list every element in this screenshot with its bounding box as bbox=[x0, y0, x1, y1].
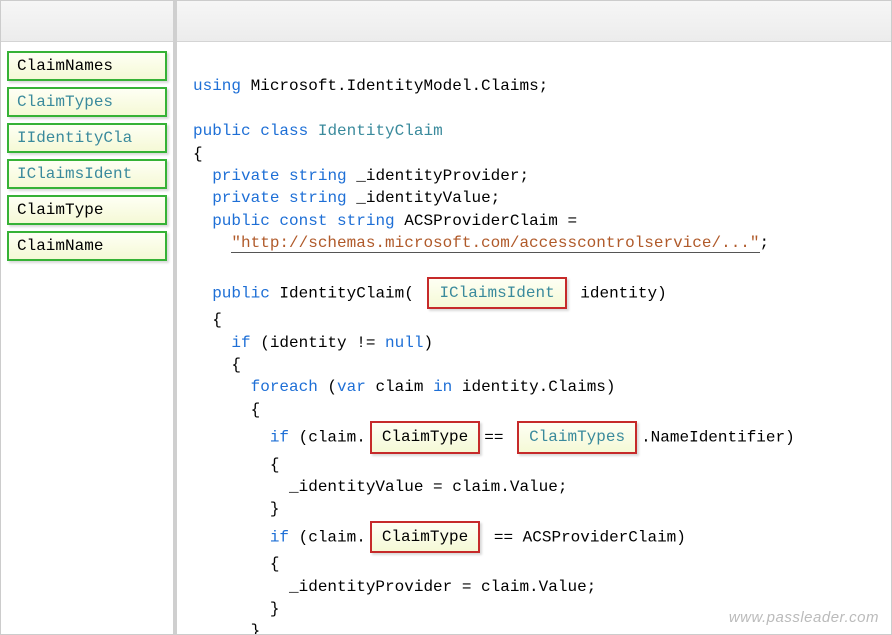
code-editor: using Microsoft.IdentityModel.Claims; pu… bbox=[177, 1, 891, 634]
kw-string2: string bbox=[289, 189, 347, 207]
drag-item-claimname[interactable]: ClaimName bbox=[7, 231, 167, 261]
drag-item-claimnames[interactable]: ClaimNames bbox=[7, 51, 167, 81]
text-field2: _identityValue; bbox=[347, 189, 501, 207]
kw-public3: public bbox=[212, 284, 270, 302]
code-content: using Microsoft.IdentityModel.Claims; pu… bbox=[193, 75, 881, 634]
text-assign1: _identityValue = claim.Value; bbox=[289, 478, 567, 496]
kw-null: null bbox=[385, 334, 423, 352]
kw-if2: if bbox=[270, 429, 289, 447]
text-acs-decl: ACSProviderClaim = bbox=[395, 212, 577, 230]
watermark: www.passleader.com bbox=[729, 607, 879, 628]
text-nameid: .NameIdentifier) bbox=[641, 429, 795, 447]
text-ifclose: ) bbox=[423, 334, 433, 352]
drag-item-iclaimsident[interactable]: IClaimsIdent bbox=[7, 159, 167, 189]
kw-public2: public bbox=[212, 212, 270, 230]
text-assign2: _identityProvider = claim.Value; bbox=[289, 578, 596, 596]
kw-var: var bbox=[337, 378, 366, 396]
string-acs-url: "http://schemas.microsoft.com/accesscont… bbox=[231, 234, 759, 253]
kw-foreach: foreach bbox=[251, 378, 318, 396]
kw-const: const bbox=[279, 212, 327, 230]
kw-in: in bbox=[433, 378, 452, 396]
text-using-ns: Microsoft.IdentityModel.Claims; bbox=[241, 77, 548, 95]
text-ifcond: (identity != bbox=[251, 334, 385, 352]
options-sidebar: ClaimNames ClaimTypes IIdentityCla IClai… bbox=[1, 1, 177, 634]
kw-class: class bbox=[260, 122, 308, 140]
drag-item-iidentitycla[interactable]: IIdentityCla bbox=[7, 123, 167, 153]
drag-item-claimtypes[interactable]: ClaimTypes bbox=[7, 87, 167, 117]
kw-using: using bbox=[193, 77, 241, 95]
kw-if1: if bbox=[231, 334, 250, 352]
kw-string3: string bbox=[337, 212, 395, 230]
text-param: identity) bbox=[571, 284, 667, 302]
text-field1: _identityProvider; bbox=[347, 167, 529, 185]
text-foreach-rest: identity.Claims) bbox=[452, 378, 615, 396]
type-classname: IdentityClaim bbox=[318, 122, 443, 140]
text-eq1: == bbox=[484, 429, 513, 447]
kw-private2: private bbox=[212, 189, 279, 207]
drop-slot-1[interactable]: IClaimsIdent bbox=[427, 277, 566, 309]
drag-item-claimtype[interactable]: ClaimType bbox=[7, 195, 167, 225]
text-acsclaim: == ACSProviderClaim) bbox=[484, 528, 686, 546]
kw-string1: string bbox=[289, 167, 347, 185]
drop-slot-4[interactable]: ClaimType bbox=[370, 521, 480, 553]
ctor-name: IdentityClaim bbox=[279, 284, 404, 302]
text-foreach-item: claim bbox=[366, 378, 433, 396]
text-claim-pref2: (claim. bbox=[289, 528, 366, 546]
drop-slot-2[interactable]: ClaimType bbox=[370, 421, 480, 453]
text-claim-pref1: (claim. bbox=[289, 429, 366, 447]
drop-slot-3[interactable]: ClaimTypes bbox=[517, 421, 637, 453]
kw-private1: private bbox=[212, 167, 279, 185]
kw-public: public bbox=[193, 122, 251, 140]
kw-if3: if bbox=[270, 528, 289, 546]
main-container: :::::::::::::::: ClaimNames ClaimTypes I… bbox=[1, 1, 891, 634]
